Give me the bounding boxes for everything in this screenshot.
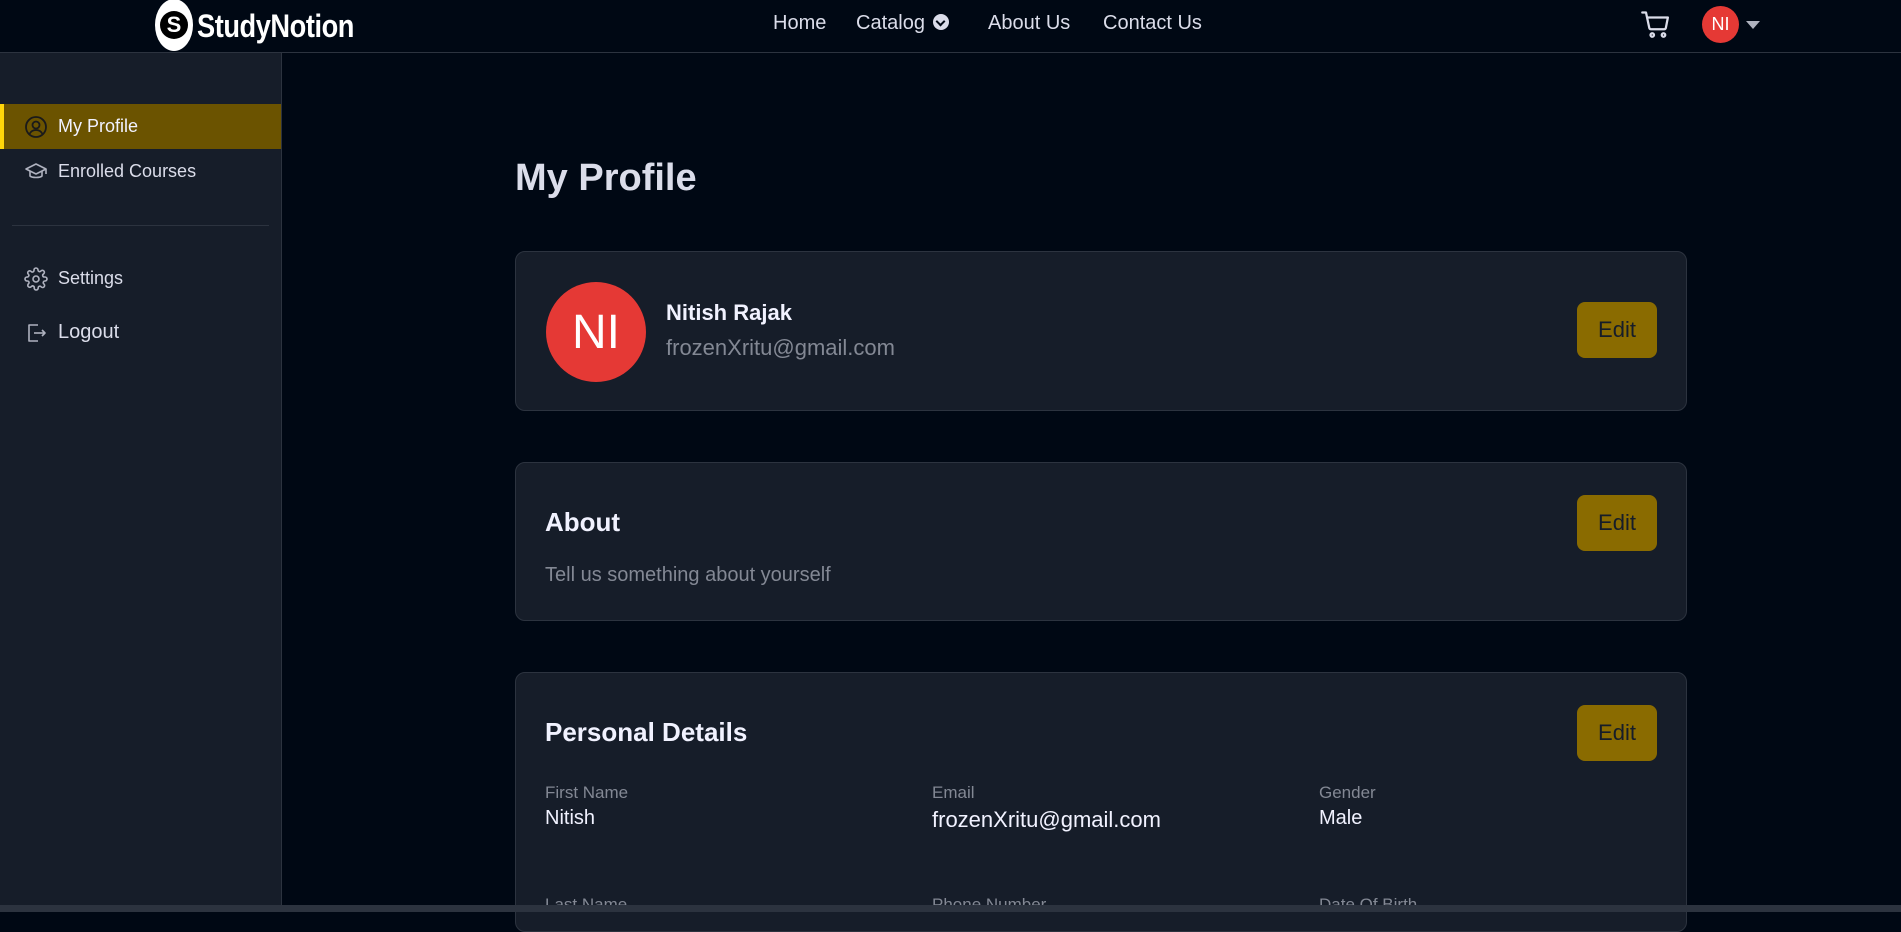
profile-avatar: NI — [546, 282, 646, 382]
user-avatar[interactable]: NI — [1702, 6, 1739, 43]
profile-card: NI Nitish Rajak frozenXritu@gmail.com Ed… — [515, 251, 1687, 411]
main-content: My Profile NI Nitish Rajak frozenXritu@g… — [283, 53, 1901, 932]
about-card: About Tell us something about yourself E… — [515, 462, 1687, 621]
sidebar-item-label: Enrolled Courses — [58, 161, 197, 181]
about-text: Tell us something about yourself — [545, 564, 831, 586]
profile-name: Nitish Rajak — [666, 300, 792, 325]
nav-catalog[interactable]: Catalog — [856, 12, 949, 35]
sidebar-item-logout[interactable]: Logout — [0, 310, 281, 355]
sidebar-item-enrolled-courses[interactable]: Enrolled Courses — [0, 149, 281, 194]
sidebar-item-label: Settings — [58, 268, 124, 288]
email-value: frozenXritu@gmail.com — [932, 807, 1161, 832]
caret-down-icon[interactable] — [1746, 21, 1760, 29]
gear-icon — [24, 266, 48, 291]
sidebar: My Profile Enrolled Courses Settings Log… — [0, 53, 282, 912]
gender-label: Gender — [1319, 783, 1376, 802]
chevron-down-icon — [932, 13, 949, 30]
nav-contact-us[interactable]: Contact Us — [1103, 12, 1202, 35]
sidebar-divider — [12, 225, 269, 226]
sidebar-item-label: Logout — [58, 321, 120, 343]
sidebar-item-label: My Profile — [58, 116, 139, 136]
sidebar-item-settings[interactable]: Settings — [0, 256, 281, 301]
edit-about-button[interactable]: Edit — [1577, 495, 1657, 551]
cart-icon[interactable] — [1641, 10, 1671, 40]
personal-details-title: Personal Details — [545, 717, 748, 747]
about-title: About — [545, 507, 621, 537]
nav-about-us[interactable]: About Us — [988, 12, 1070, 35]
sidebar-item-my-profile[interactable]: My Profile — [0, 104, 281, 149]
first-name-value: Nitish — [545, 807, 596, 829]
user-circle-icon — [25, 115, 47, 138]
logo-mark-letter: S — [160, 11, 188, 39]
graduation-cap-icon — [25, 162, 47, 178]
logo-text: StudyNotion — [197, 7, 354, 44]
edit-personal-details-button[interactable]: Edit — [1577, 705, 1657, 761]
nav-catalog-label: Catalog — [856, 12, 925, 34]
logo-mark-icon: S — [155, 0, 193, 51]
email-label: Email — [932, 783, 975, 802]
logout-icon — [28, 323, 46, 342]
edit-profile-button[interactable]: Edit — [1577, 302, 1657, 358]
nav-home[interactable]: Home — [773, 12, 826, 35]
first-name-label: First Name — [545, 783, 629, 802]
bottom-scroll-strip — [0, 905, 1901, 912]
top-navbar: S StudyNotion Home Catalog About Us Cont… — [0, 0, 1901, 53]
studynotion-logo[interactable]: S StudyNotion — [155, 0, 382, 52]
profile-email: frozenXritu@gmail.com — [666, 335, 895, 360]
gender-value: Male — [1319, 807, 1363, 829]
personal-details-card: Personal Details Edit First Name Nitish … — [515, 672, 1687, 932]
page-title: My Profile — [515, 157, 697, 199]
